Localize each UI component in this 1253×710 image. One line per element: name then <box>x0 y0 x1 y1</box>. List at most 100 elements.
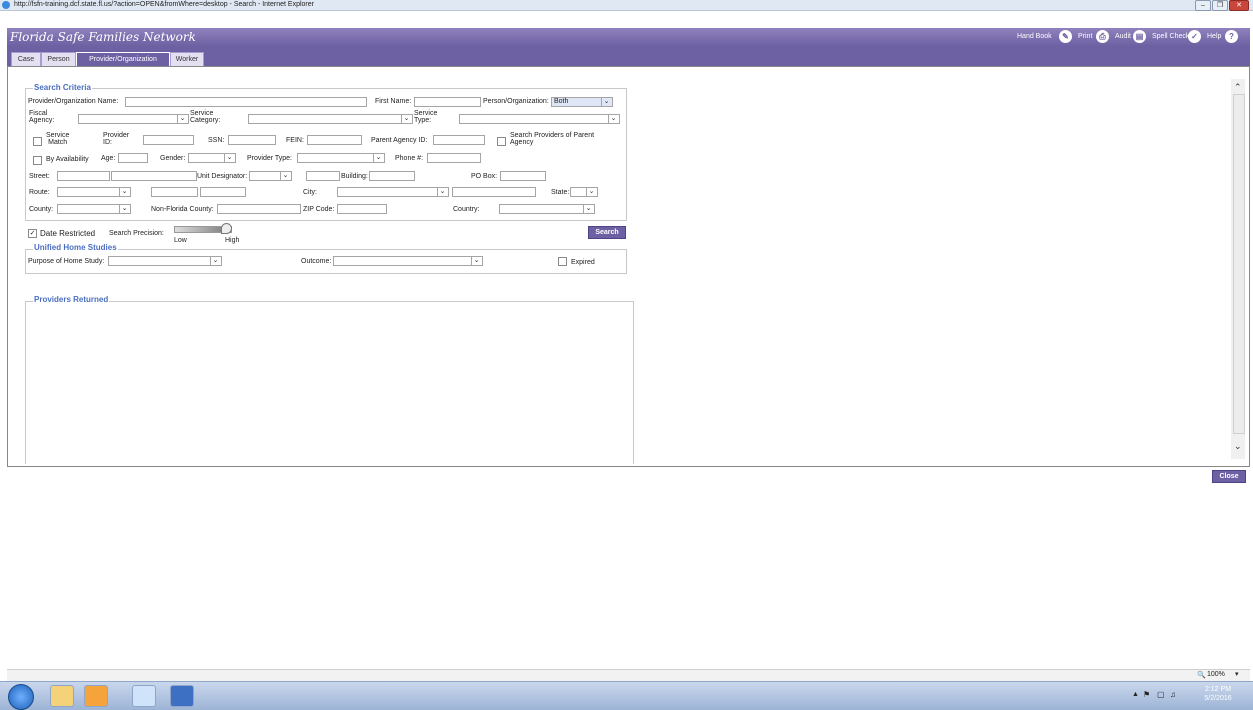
state-label: State: <box>551 189 570 196</box>
service-category-label: Service Category: <box>190 110 220 124</box>
ssn-input[interactable] <box>228 135 276 145</box>
chevron-down-icon[interactable]: ⌄ <box>601 98 611 106</box>
fein-input[interactable] <box>307 135 362 145</box>
po-box-input[interactable] <box>500 171 546 181</box>
help-link[interactable]: Help <box>1207 32 1221 42</box>
spell-check-link[interactable]: Spell Check <box>1152 32 1189 42</box>
zoom-dropdown-icon[interactable]: ▾ <box>1235 670 1239 678</box>
volume-icon[interactable]: ♫ <box>1170 690 1176 699</box>
fiscal-agency-select[interactable]: ⌄ <box>78 114 189 124</box>
chevron-down-icon[interactable]: ⌄ <box>608 115 618 123</box>
chevron-down-icon[interactable]: ⌄ <box>471 257 481 265</box>
provider-id-input[interactable] <box>143 135 194 145</box>
street-input[interactable] <box>111 171 197 181</box>
search-precision-slider-handle[interactable] <box>221 223 232 234</box>
non-florida-county-label: Non-Florida County: <box>151 206 214 213</box>
parent-agency-id-input[interactable] <box>433 135 485 145</box>
chevron-down-icon[interactable]: ⌄ <box>401 115 411 123</box>
network-icon[interactable]: ▢ <box>1157 690 1165 699</box>
restore-button[interactable]: ❐ <box>1212 0 1228 11</box>
close-button[interactable]: Close <box>1212 470 1246 483</box>
outlook-icon[interactable] <box>84 685 108 707</box>
tab-person[interactable]: Person <box>41 52 76 66</box>
date-restricted-checkbox[interactable]: ✓ <box>28 229 37 238</box>
search-button[interactable]: Search <box>588 226 626 239</box>
outcome-label: Outcome: <box>301 258 332 265</box>
person-organization-label: Person/Organization: <box>483 98 549 105</box>
spell-check-icon[interactable]: ✓ <box>1188 30 1201 43</box>
first-name-input[interactable] <box>414 97 481 107</box>
purpose-label: Purpose of Home Study: <box>28 258 105 265</box>
chevron-down-icon[interactable]: ⌄ <box>586 188 596 196</box>
clock[interactable]: 2:12 PM 5/2/2016 <box>1200 685 1236 703</box>
non-florida-county-input[interactable] <box>217 204 301 214</box>
zoom-level[interactable]: 100% <box>1207 671 1225 678</box>
print-icon[interactable]: ⎙ <box>1096 30 1109 43</box>
city-select[interactable]: ⌄ <box>337 187 449 197</box>
help-icon[interactable]: ? <box>1225 30 1238 43</box>
internet-explorer-icon[interactable] <box>132 685 156 707</box>
outcome-select[interactable]: ⌄ <box>333 256 483 266</box>
file-explorer-icon[interactable] <box>50 685 74 707</box>
service-match-checkbox[interactable] <box>33 137 42 146</box>
person-organization-select[interactable]: Both ⌄ <box>551 97 613 107</box>
unit-number-input[interactable] <box>306 171 340 181</box>
print-link[interactable]: Print <box>1078 32 1092 42</box>
providers-returned-fieldset <box>25 301 634 464</box>
scroll-down-icon[interactable]: ⌄ <box>1234 441 1242 452</box>
minimize-button[interactable]: – <box>1195 0 1211 11</box>
service-type-select[interactable]: ⌄ <box>459 114 620 124</box>
unit-designator-select[interactable]: ⌄ <box>249 171 292 181</box>
show-hidden-icons[interactable]: ▲ <box>1132 691 1139 698</box>
by-availability-checkbox[interactable] <box>33 156 42 165</box>
chevron-down-icon[interactable]: ⌄ <box>280 172 290 180</box>
search-providers-parent-checkbox[interactable] <box>497 137 506 146</box>
chevron-down-icon[interactable]: ⌄ <box>119 205 129 213</box>
purpose-select[interactable]: ⌄ <box>108 256 222 266</box>
pencil-icon[interactable]: ✎ <box>1059 30 1072 43</box>
chevron-down-icon[interactable]: ⌄ <box>224 154 234 162</box>
route-select[interactable]: ⌄ <box>57 187 131 197</box>
zip-code-input[interactable] <box>337 204 387 214</box>
scroll-up-icon[interactable]: ⌃ <box>1234 82 1242 93</box>
service-type-label-line1: Service <box>414 110 438 117</box>
chevron-down-icon[interactable]: ⌄ <box>119 188 129 196</box>
chevron-down-icon[interactable]: ⌄ <box>210 257 220 265</box>
expired-checkbox[interactable] <box>558 257 567 266</box>
state-select[interactable]: ⌄ <box>570 187 598 197</box>
chevron-down-icon[interactable]: ⌄ <box>373 154 383 162</box>
county-select[interactable]: ⌄ <box>57 204 131 214</box>
audit-link[interactable]: Audit <box>1115 32 1131 42</box>
handbook-link[interactable]: Hand Book <box>1017 32 1052 42</box>
provider-org-name-input[interactable] <box>125 97 367 107</box>
gender-select[interactable]: ⌄ <box>188 153 236 163</box>
parent-agency-id-label: Parent Agency ID: <box>371 137 428 144</box>
audit-icon[interactable]: ▤ <box>1133 30 1146 43</box>
browser-title-bar: http://fsfn-training.dcf.state.fl.us/?ac… <box>0 0 1253 11</box>
street-number-input[interactable] <box>57 171 110 181</box>
start-orb-icon[interactable] <box>8 684 34 710</box>
word-icon[interactable] <box>170 685 194 707</box>
zoom-icon[interactable]: 🔍 <box>1197 671 1206 679</box>
close-window-button[interactable]: ✕ <box>1229 0 1249 11</box>
flag-icon[interactable]: ⚑ <box>1143 690 1150 699</box>
scrollbar-thumb[interactable] <box>1233 94 1245 434</box>
age-input[interactable] <box>118 153 148 163</box>
tab-case[interactable]: Case <box>11 52 41 66</box>
service-category-select[interactable]: ⌄ <box>248 114 413 124</box>
route-box-input[interactable] <box>200 187 246 197</box>
provider-type-select[interactable]: ⌄ <box>297 153 385 163</box>
city-text-input[interactable] <box>452 187 536 197</box>
precision-low-label: Low <box>174 237 187 244</box>
country-select[interactable]: ⌄ <box>499 204 595 214</box>
route-number-input[interactable] <box>151 187 198 197</box>
app-header: Florida Safe Families Network Hand Book … <box>7 28 1250 46</box>
tab-worker[interactable]: Worker <box>170 52 204 66</box>
chevron-down-icon[interactable]: ⌄ <box>177 115 187 123</box>
building-input[interactable] <box>369 171 415 181</box>
chevron-down-icon[interactable]: ⌄ <box>583 205 593 213</box>
phone-input[interactable] <box>427 153 481 163</box>
tab-provider-organization[interactable]: Provider/Organization <box>76 52 170 66</box>
chevron-down-icon[interactable]: ⌄ <box>437 188 447 196</box>
building-label: Building: <box>341 173 368 180</box>
